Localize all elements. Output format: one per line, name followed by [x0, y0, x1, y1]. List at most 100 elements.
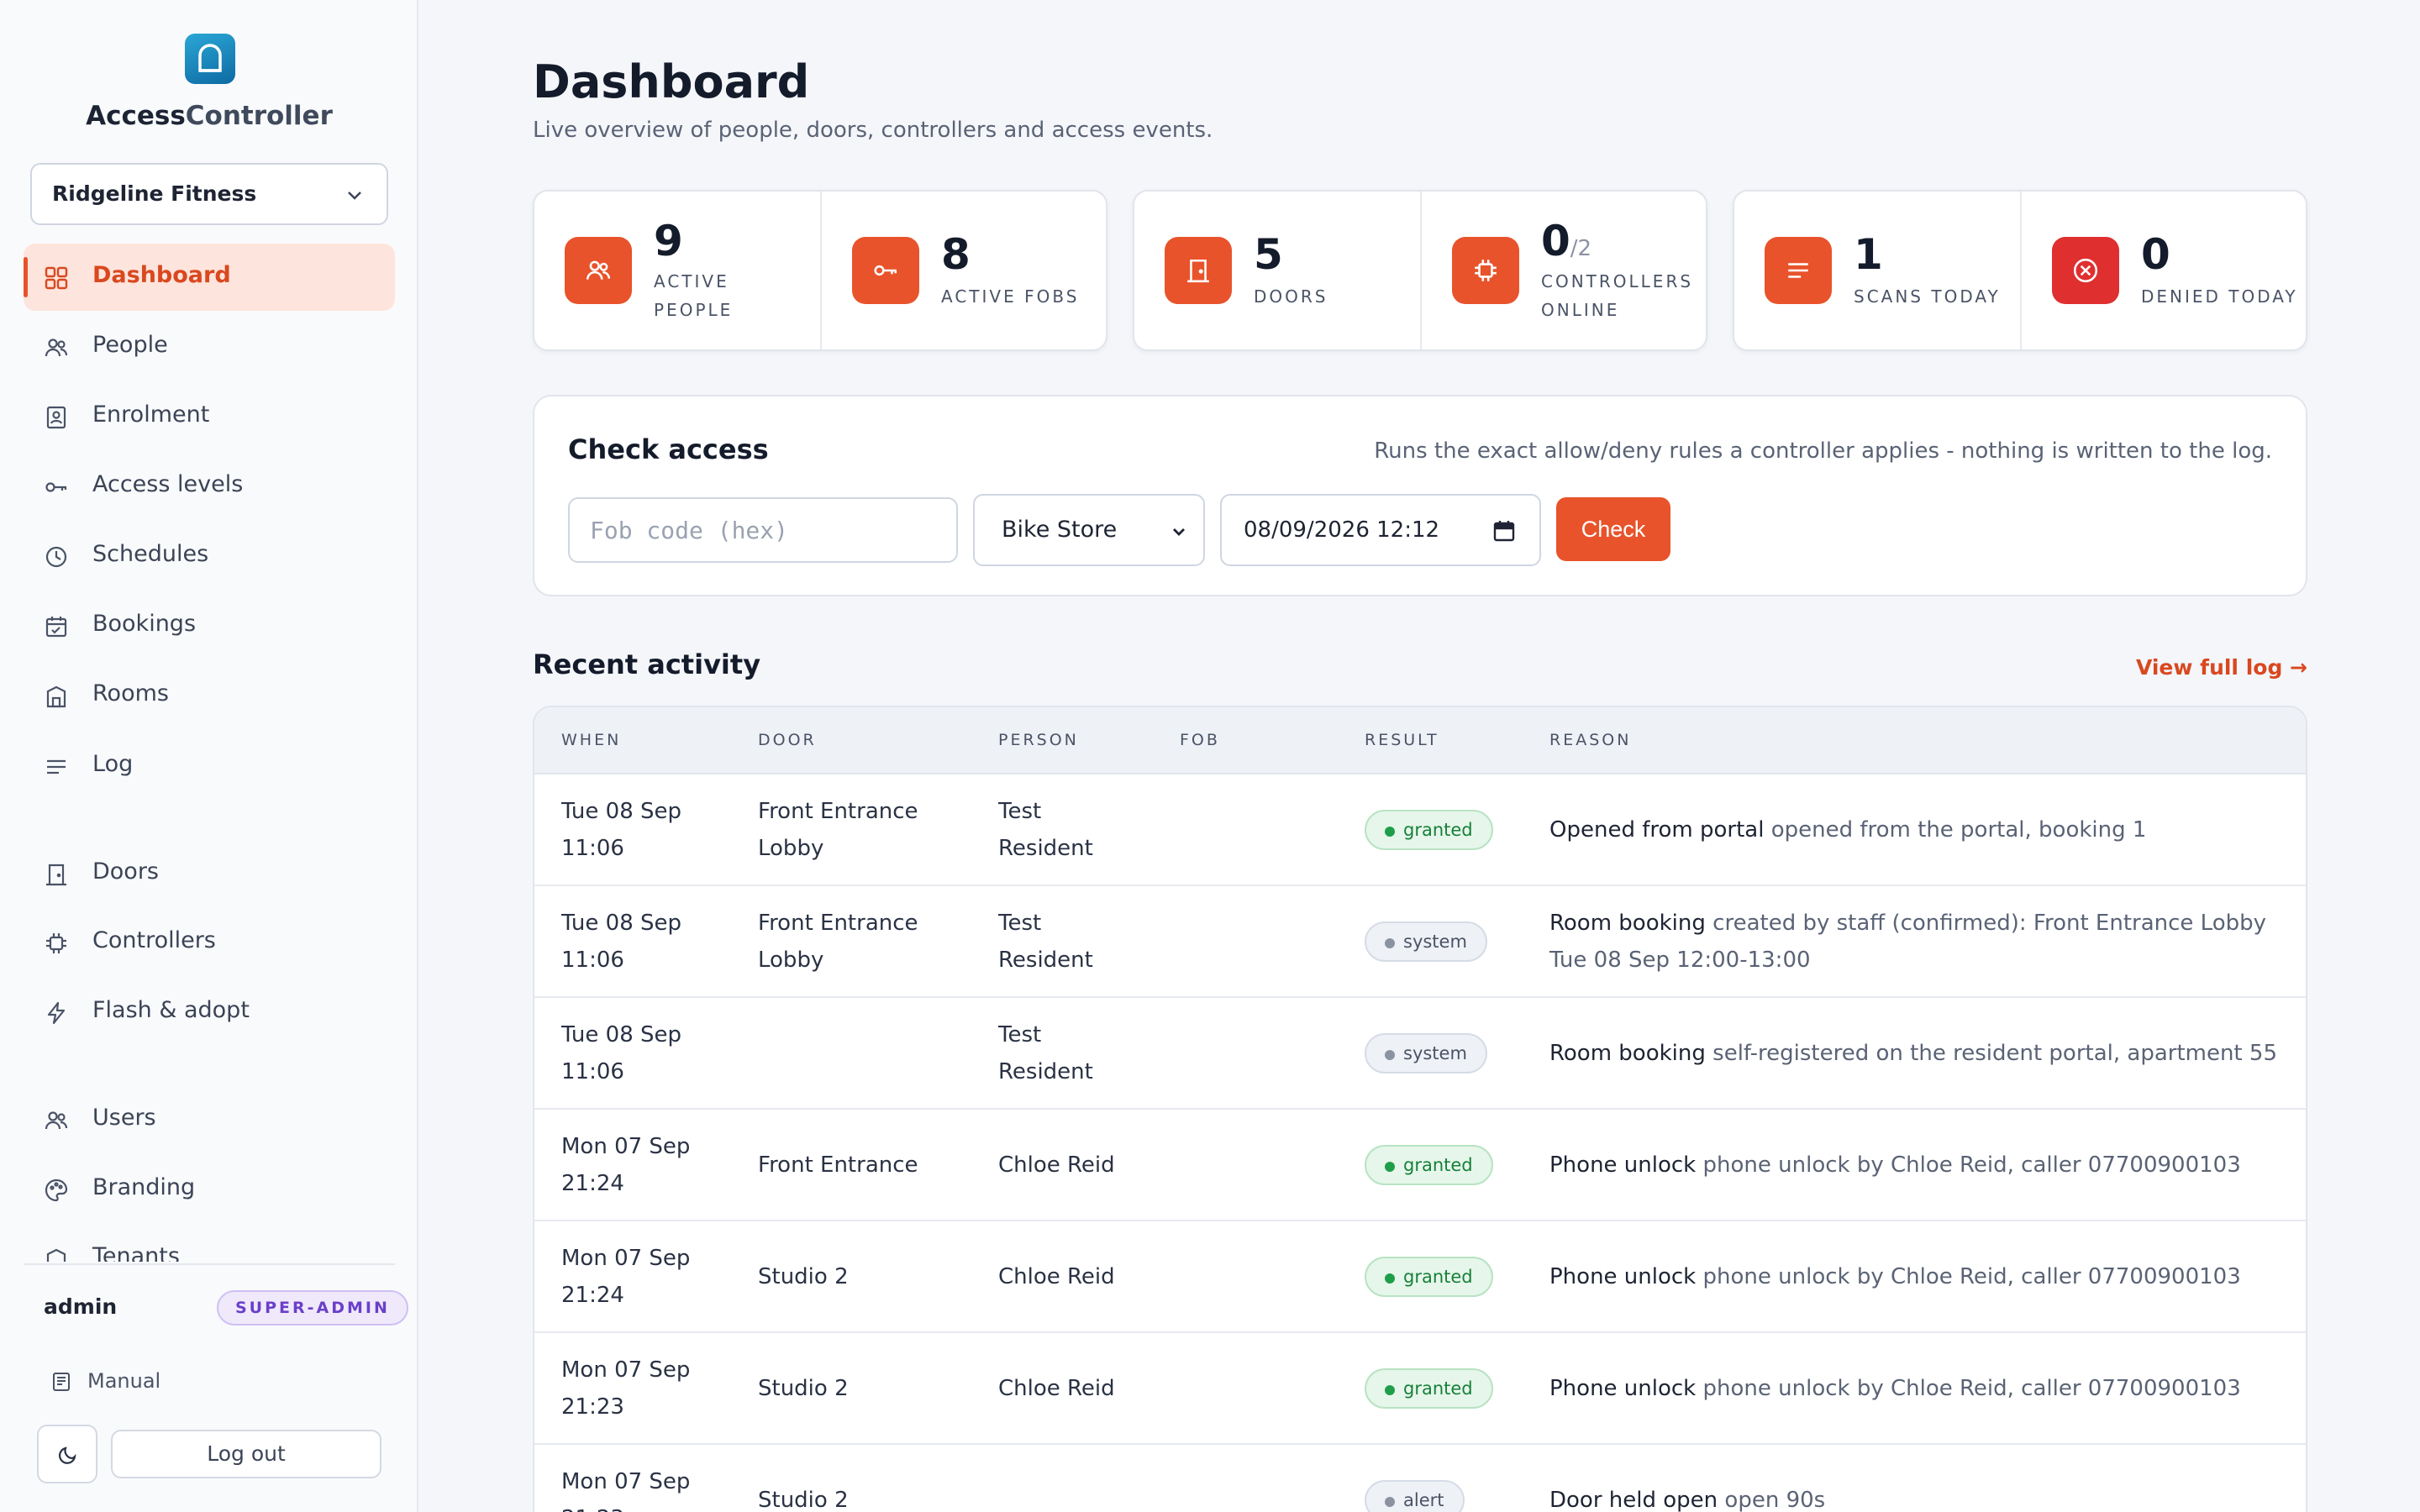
recent-activity-title: Recent activity [533, 648, 761, 680]
stat-label: DENIED TODAY [2141, 286, 2298, 307]
table-row[interactable]: Tue 08 Sep 11:06 Test Resident system Room… [534, 998, 2306, 1110]
cell-person-line2: Resident [998, 948, 1093, 973]
stat-controllers-online: 0/2 CONTROLLERS ONLINE [1420, 192, 1706, 349]
recent-activity-table: WHEN DOOR PERSON FOB RESULT REASON Tue 0… [533, 706, 2307, 1512]
table-row[interactable]: Mon 07 Sep 21:24 Front Entrance Chloe Rei… [534, 1110, 2306, 1221]
status-badge: system [1365, 921, 1487, 962]
table-row[interactable]: Tue 08 Sep 11:06 Front Entrance Lobby Test… [534, 774, 2306, 886]
manual-link-label: Manual [87, 1369, 161, 1393]
table-row[interactable]: Tue 08 Sep 11:06 Front Entrance Lobby Test… [534, 886, 2306, 998]
cell-person-line1: Test [998, 911, 1042, 936]
key-icon [45, 482, 67, 492]
stat-card-scans-denied: 1 SCANS TODAY 0 DENIED TODAY [1733, 190, 2307, 351]
moon-icon [58, 1446, 76, 1464]
cell-door: Front Entrance Lobby [758, 793, 918, 867]
table-row[interactable]: Mon 07 Sep 21:23 Studio 2 alert Door held… [534, 1445, 2306, 1512]
sidebar-item-schedules[interactable]: Schedules [24, 522, 395, 590]
cell-when: Tue 08 Sep 11:06 [561, 1016, 681, 1090]
role-badge: SUPER-ADMIN [217, 1290, 408, 1326]
stat-card-doors-controllers: 5 DOORS 0/2 CONTROLLERS ONLINE [1133, 190, 1707, 351]
status-badge: granted [1365, 1368, 1493, 1409]
palette-icon [45, 1179, 68, 1202]
datetime-input[interactable]: 08/09/2026 12:12 [1220, 494, 1541, 566]
sidebar-item-dashboard[interactable]: Dashboard [24, 244, 395, 311]
sidebar-item-label: Branding [92, 1174, 196, 1200]
sidebar-item-users[interactable]: Users [24, 1086, 395, 1153]
cell-when-date: Tue 08 Sep [561, 911, 682, 936]
view-full-log-link[interactable]: View full log → [2136, 655, 2307, 680]
calendar-check-icon [45, 617, 67, 638]
cell-door: Studio 2 [758, 1376, 849, 1401]
sidebar-item-rooms[interactable]: Rooms [24, 662, 395, 729]
sidebar-item-branding[interactable]: Branding [24, 1156, 395, 1223]
chevron-down-icon [1173, 528, 1185, 536]
table-row[interactable]: Mon 07 Sep 21:23 Studio 2 Chloe Reid gran… [534, 1333, 2306, 1445]
column-header-person: PERSON [998, 731, 1079, 749]
reason-detail: open 90s [1724, 1488, 1826, 1512]
cell-person: Test Resident [998, 793, 1093, 867]
door-icon [1165, 237, 1232, 304]
stat-scans-today: 1 SCANS TODAY [1734, 192, 2020, 349]
cell-person: Test Resident [998, 1016, 1093, 1090]
sidebar-item-label: Users [92, 1105, 156, 1131]
logout-button[interactable]: Log out [111, 1430, 381, 1478]
sidebar-item-log[interactable]: Log [24, 732, 395, 800]
reason-title: Phone unlock [1549, 1376, 1697, 1401]
grid-icon [45, 266, 68, 290]
theme-toggle-button[interactable] [37, 1425, 97, 1483]
cell-when-date: Mon 07 Sep [561, 1469, 691, 1494]
check-button[interactable]: Check [1556, 497, 1670, 561]
stat-label: SCANS TODAY [1854, 286, 2001, 307]
stat-value: 1 [1854, 230, 1883, 279]
sidebar-item-people[interactable]: People [24, 313, 395, 381]
cell-when: Tue 08 Sep 11:06 [561, 905, 681, 979]
cell-when: Mon 07 Sep 21:23 [561, 1463, 690, 1512]
chip-icon [46, 933, 66, 953]
sidebar-item-enrolment[interactable]: Enrolment [24, 383, 395, 450]
check-access-title: Check access [568, 433, 769, 465]
tenant-select[interactable]: Ridgeline Fitness [30, 163, 388, 225]
sidebar: AccessController Ridgeline Fitness Dashb… [0, 0, 418, 1512]
status-badge: granted [1365, 810, 1493, 850]
cell-when: Mon 07 Sep 21:24 [561, 1128, 690, 1202]
chevron-down-icon [348, 192, 361, 200]
cell-door-line1: Front Entrance [758, 911, 918, 936]
check-access-hint: Runs the exact allow/deny rules a contro… [1374, 438, 2272, 464]
sidebar-item-access-levels[interactable]: Access levels [24, 453, 395, 520]
reason-title: Phone unlock [1549, 1264, 1697, 1289]
calendar-icon[interactable] [1492, 519, 1516, 543]
cell-person-line2: Resident [998, 836, 1093, 861]
fob-code-input[interactable] [568, 497, 958, 563]
badge-icon [46, 406, 66, 429]
stat-value: 8 [941, 230, 971, 279]
cell-when-time: 11:06 [561, 836, 624, 861]
door-select[interactable]: Bike Store [973, 494, 1205, 566]
cell-when-date: Tue 08 Sep [561, 1022, 682, 1047]
sidebar-item-controllers[interactable]: Controllers [24, 909, 395, 976]
deny-icon [2052, 237, 2119, 304]
cell-reason: Room booking self-registered on the resi… [1549, 1035, 2289, 1072]
stat-doors: 5 DOORS [1134, 192, 1420, 349]
sidebar-divider [24, 1263, 395, 1265]
cell-when-time: 11:06 [561, 948, 624, 973]
table-row[interactable]: Mon 07 Sep 21:24 Studio 2 Chloe Reid gran… [534, 1221, 2306, 1333]
list-icon [1765, 237, 1832, 304]
column-header-result: RESULT [1365, 731, 1439, 749]
cell-person: Chloe Reid [998, 1264, 1115, 1289]
cell-reason: Opened from portal opened from the porta… [1549, 811, 2289, 848]
sidebar-item-bookings[interactable]: Bookings [24, 592, 395, 659]
sidebar-item-tenants[interactable]: Tenants [24, 1225, 395, 1262]
datetime-value: 08/09/2026 12:12 [1244, 517, 1440, 543]
stat-value: 5 [1254, 230, 1283, 279]
cell-when-time: 21:24 [561, 1283, 624, 1308]
sidebar-item-flash-adopt[interactable]: Flash & adopt [24, 979, 395, 1046]
cell-when-time: 21:23 [561, 1394, 624, 1420]
page-title: Dashboard [533, 55, 810, 108]
sidebar-item-doors[interactable]: Doors [24, 840, 395, 907]
sidebar-item-label: Access levels [92, 471, 244, 497]
sidebar-item-label: Controllers [92, 927, 216, 953]
cell-when-date: Mon 07 Sep [561, 1357, 691, 1383]
sidebar-item-label: Bookings [92, 611, 197, 637]
book-icon [53, 1373, 70, 1391]
door-icon [46, 864, 66, 886]
